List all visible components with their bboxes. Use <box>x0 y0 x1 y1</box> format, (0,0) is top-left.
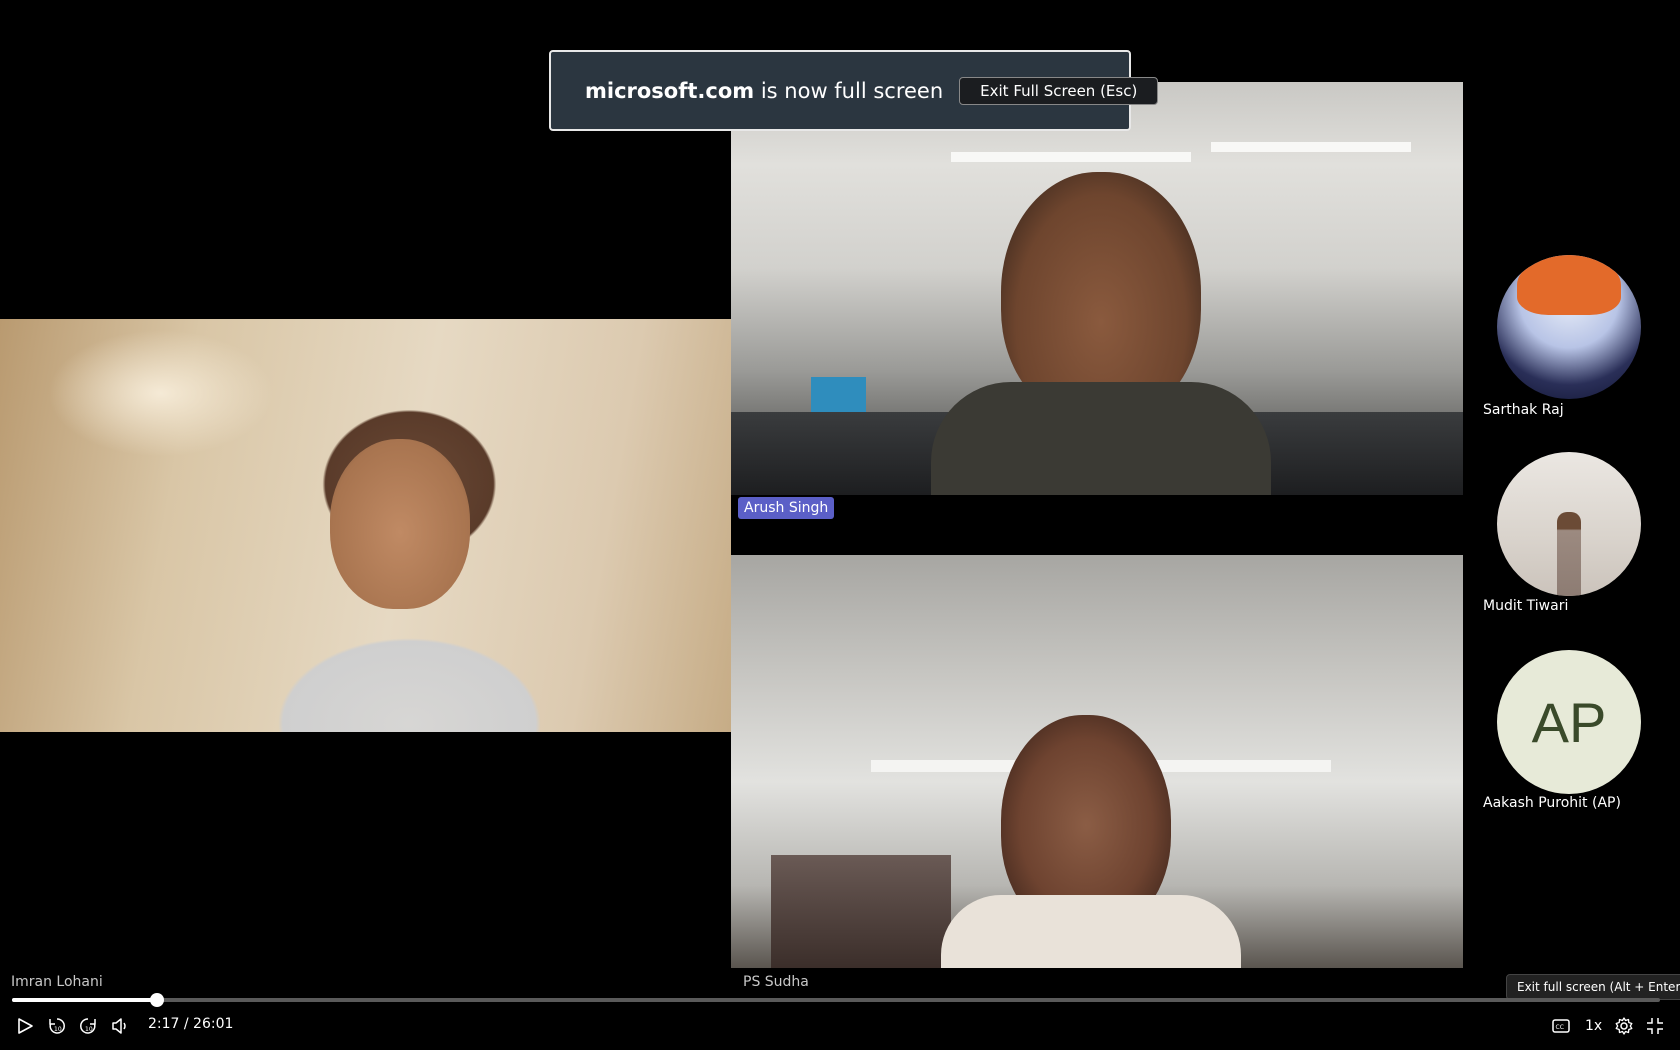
video-tile-arush[interactable] <box>731 82 1463 495</box>
tooltip: Exit full screen (Alt + Enter) <box>1506 974 1680 1000</box>
settings-button[interactable] <box>1614 1015 1634 1037</box>
office-light <box>1211 142 1411 152</box>
rewind-10-button[interactable]: 10 <box>47 1015 67 1037</box>
svg-text:CC: CC <box>1556 1024 1564 1031</box>
captions-button[interactable]: CC <box>1551 1015 1571 1037</box>
playback-speed-button[interactable]: 1x <box>1585 1015 1602 1037</box>
forward-10-button[interactable]: 10 <box>78 1015 98 1037</box>
exit-fullscreen-icon <box>1647 1018 1663 1034</box>
play-button[interactable] <box>16 1015 34 1037</box>
svg-text:10: 10 <box>54 1026 62 1033</box>
office-light <box>951 152 1191 162</box>
office-people <box>771 855 951 968</box>
participant-face <box>330 439 470 609</box>
svg-text:10: 10 <box>85 1026 93 1033</box>
avatar-name: Sarthak Raj <box>1483 402 1564 418</box>
exit-fullscreen-button[interactable]: Exit Full Screen (Esc) <box>959 76 1159 105</box>
fullscreen-domain: microsoft.com <box>585 78 755 103</box>
participant-name-sudha: PS Sudha <box>743 974 809 990</box>
participant-shirt <box>931 382 1271 495</box>
avatar-hair <box>1517 255 1621 315</box>
seek-bar-fill <box>12 998 157 1002</box>
volume-button[interactable] <box>110 1015 130 1037</box>
exit-fullscreen-player-button[interactable] <box>1645 1015 1665 1037</box>
avatar-name: Mudit Tiwari <box>1483 598 1569 614</box>
avatar <box>1497 255 1641 399</box>
video-tile-sudha[interactable] <box>731 555 1463 968</box>
forward-10-icon: 10 <box>80 1018 96 1034</box>
avatar-figure <box>1557 512 1581 596</box>
participant-video <box>0 319 731 732</box>
fullscreen-text: is now full screen <box>754 78 944 103</box>
seek-bar-thumb[interactable] <box>149 993 164 1007</box>
seek-bar[interactable] <box>12 993 1660 1007</box>
rewind-10-icon: 10 <box>49 1018 65 1034</box>
volume-icon <box>112 1018 126 1034</box>
captions-icon: CC <box>1552 1019 1570 1033</box>
participant-name-badge: Arush Singh <box>738 497 835 519</box>
avatar-name: Aakash Purohit (AP) <box>1483 795 1621 811</box>
participant-video <box>731 555 1463 968</box>
participant-video <box>731 82 1463 495</box>
video-tile-imran[interactable] <box>0 319 731 732</box>
participant-top <box>941 895 1241 968</box>
play-icon <box>18 1018 33 1034</box>
avatar: AP <box>1497 650 1641 794</box>
avatar-initials: AP <box>1531 690 1607 754</box>
fullscreen-message: microsoft.com is now full screen <box>585 79 943 103</box>
fullscreen-banner: microsoft.com is now full screen Exit Fu… <box>549 50 1159 131</box>
time-readout: 2:17 / 26:01 <box>148 1016 234 1032</box>
avatar <box>1497 452 1641 596</box>
settings-icon <box>1615 1017 1633 1035</box>
participant-name-imran: Imran Lohani <box>11 974 103 990</box>
